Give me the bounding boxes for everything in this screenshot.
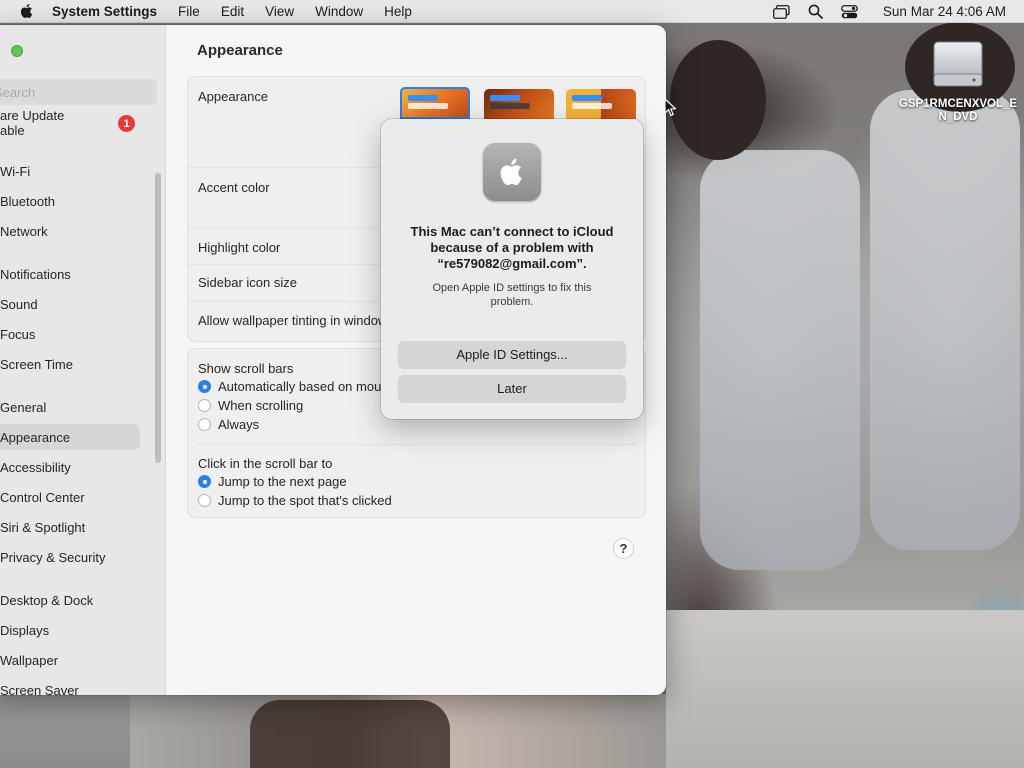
radio-next-page[interactable]: [198, 475, 211, 488]
apple-id-settings-button[interactable]: Apple ID Settings...: [398, 341, 626, 368]
later-button[interactable]: Later: [398, 375, 626, 402]
sidebar-item-focus[interactable]: Focus: [0, 321, 35, 347]
sidebar-item-accessibility[interactable]: Accessibility: [0, 454, 71, 480]
sidebar-item-general[interactable]: General: [0, 394, 46, 420]
alert-message: Open Apple ID settings to fix this probl…: [432, 282, 592, 308]
software-update-line2: able: [0, 123, 25, 138]
click-option-next-page[interactable]: Jump to the next page: [198, 474, 347, 489]
icloud-alert-dialog: This Mac can’t connect to iCloud because…: [381, 119, 643, 419]
highlight-color-label: Highlight color: [198, 240, 281, 255]
page-title: Appearance: [197, 42, 283, 59]
appearance-dark-thumbnail[interactable]: [484, 89, 554, 119]
sidebar-item-screen-saver[interactable]: Screen Saver: [0, 677, 79, 696]
light-thumb-bar2: [408, 103, 448, 109]
wallpaper-figure-right: [870, 90, 1020, 550]
radio-always-label: Always: [218, 417, 260, 432]
wallpaper-arm: [250, 700, 450, 768]
sidebar-item-appearance[interactable]: Appearance: [0, 424, 140, 450]
search-input[interactable]: [0, 84, 157, 100]
drive-label: GSP1RMCENXVOL_EN_DVD: [898, 98, 1018, 123]
sidebar-item-wifi[interactable]: Wi-Fi: [0, 158, 30, 184]
appearance-light-thumbnail[interactable]: [400, 87, 470, 119]
sidebar-item-wallpaper[interactable]: Wallpaper: [0, 647, 58, 673]
apple-id-app-icon: [483, 143, 541, 201]
radio-spot-clicked[interactable]: [198, 494, 211, 507]
click-option-spot-clicked[interactable]: Jump to the spot that's clicked: [198, 493, 392, 508]
sidebar-item-notifications[interactable]: Notifications: [0, 261, 71, 287]
dark-thumb-bar2: [490, 103, 530, 109]
drive-icon[interactable]: [928, 34, 988, 94]
sidebar: are Update able 1 Wi-Fi Bluetooth Networ…: [0, 25, 166, 695]
wallpaper-figure-left: [700, 150, 860, 570]
light-thumb-bar: [408, 95, 438, 101]
click-scroll-bar-label: Click in the scroll bar to: [198, 456, 333, 471]
update-badge: 1: [118, 115, 135, 132]
wallpaper-head-left: [670, 40, 766, 160]
sidebar-item-screen-time[interactable]: Screen Time: [0, 351, 73, 377]
menu-edit[interactable]: Edit: [221, 4, 244, 19]
spotlight-search-icon[interactable]: [807, 4, 825, 20]
zoom-button[interactable]: [11, 45, 23, 57]
help-button[interactable]: ?: [613, 538, 634, 559]
dark-thumb-bar: [490, 95, 520, 101]
radio-automatic[interactable]: [198, 380, 211, 393]
sidebar-item-displays[interactable]: Displays: [0, 617, 49, 643]
control-center-icon[interactable]: [841, 4, 859, 20]
menu-clock[interactable]: Sun Mar 24 4:06 AM: [883, 4, 1006, 19]
menu-file[interactable]: File: [178, 4, 200, 19]
screen-mirroring-icon[interactable]: [773, 4, 791, 20]
sidebar-item-siri-spotlight[interactable]: Siri & Spotlight: [0, 514, 85, 540]
alert-heading: This Mac can’t connect to iCloud because…: [410, 224, 614, 271]
auto-thumb-bar: [572, 95, 602, 101]
sidebar-item-software-update[interactable]: are Update able: [0, 108, 64, 138]
menu-app-name[interactable]: System Settings: [52, 4, 157, 19]
radio-always[interactable]: [198, 418, 211, 431]
sidebar-item-control-center[interactable]: Control Center: [0, 484, 85, 510]
radio-when-scrolling[interactable]: [198, 399, 211, 412]
sidebar-item-desktop-dock[interactable]: Desktop & Dock: [0, 587, 93, 613]
auto-thumb-bar2: [572, 103, 612, 109]
appearance-auto-thumbnail[interactable]: [566, 89, 636, 119]
desktop-drive[interactable]: GSP1RMCENXVOL_EN_DVD: [896, 34, 1020, 124]
sidebar-item-network[interactable]: Network: [0, 218, 48, 244]
accent-color-label: Accent color: [198, 180, 270, 195]
menu-view[interactable]: View: [265, 4, 294, 19]
scroll-card-divider: [198, 444, 638, 445]
menu-bar: System Settings File Edit View Window He…: [0, 0, 1024, 23]
mouse-pointer-icon: [664, 98, 678, 118]
wallpaper-tinting-label: Allow wallpaper tinting in windows: [198, 313, 394, 328]
radio-next-page-label: Jump to the next page: [218, 474, 347, 489]
radio-when-scrolling-label: When scrolling: [218, 398, 304, 413]
menu-help[interactable]: Help: [384, 4, 412, 19]
sidebar-item-sound[interactable]: Sound: [0, 291, 38, 317]
sidebar-scrollbar[interactable]: [155, 173, 161, 463]
radio-spot-clicked-label: Jump to the spot that's clicked: [218, 493, 392, 508]
scroll-bars-option-when-scrolling[interactable]: When scrolling: [198, 398, 303, 413]
search-field[interactable]: [0, 79, 157, 105]
sidebar-item-bluetooth[interactable]: Bluetooth: [0, 188, 55, 214]
apple-logo-icon[interactable]: [18, 2, 36, 20]
sidebar-item-privacy-security[interactable]: Privacy & Security: [0, 544, 105, 570]
sidebar-icon-size-label: Sidebar icon size: [198, 275, 297, 290]
appearance-row-label: Appearance: [198, 89, 269, 104]
menu-window[interactable]: Window: [315, 4, 363, 19]
software-update-line1: are Update: [0, 108, 65, 123]
wallpaper-ledge: [666, 610, 1024, 768]
show-scroll-bars-label: Show scroll bars: [198, 361, 294, 376]
scroll-bars-option-always[interactable]: Always: [198, 417, 259, 432]
